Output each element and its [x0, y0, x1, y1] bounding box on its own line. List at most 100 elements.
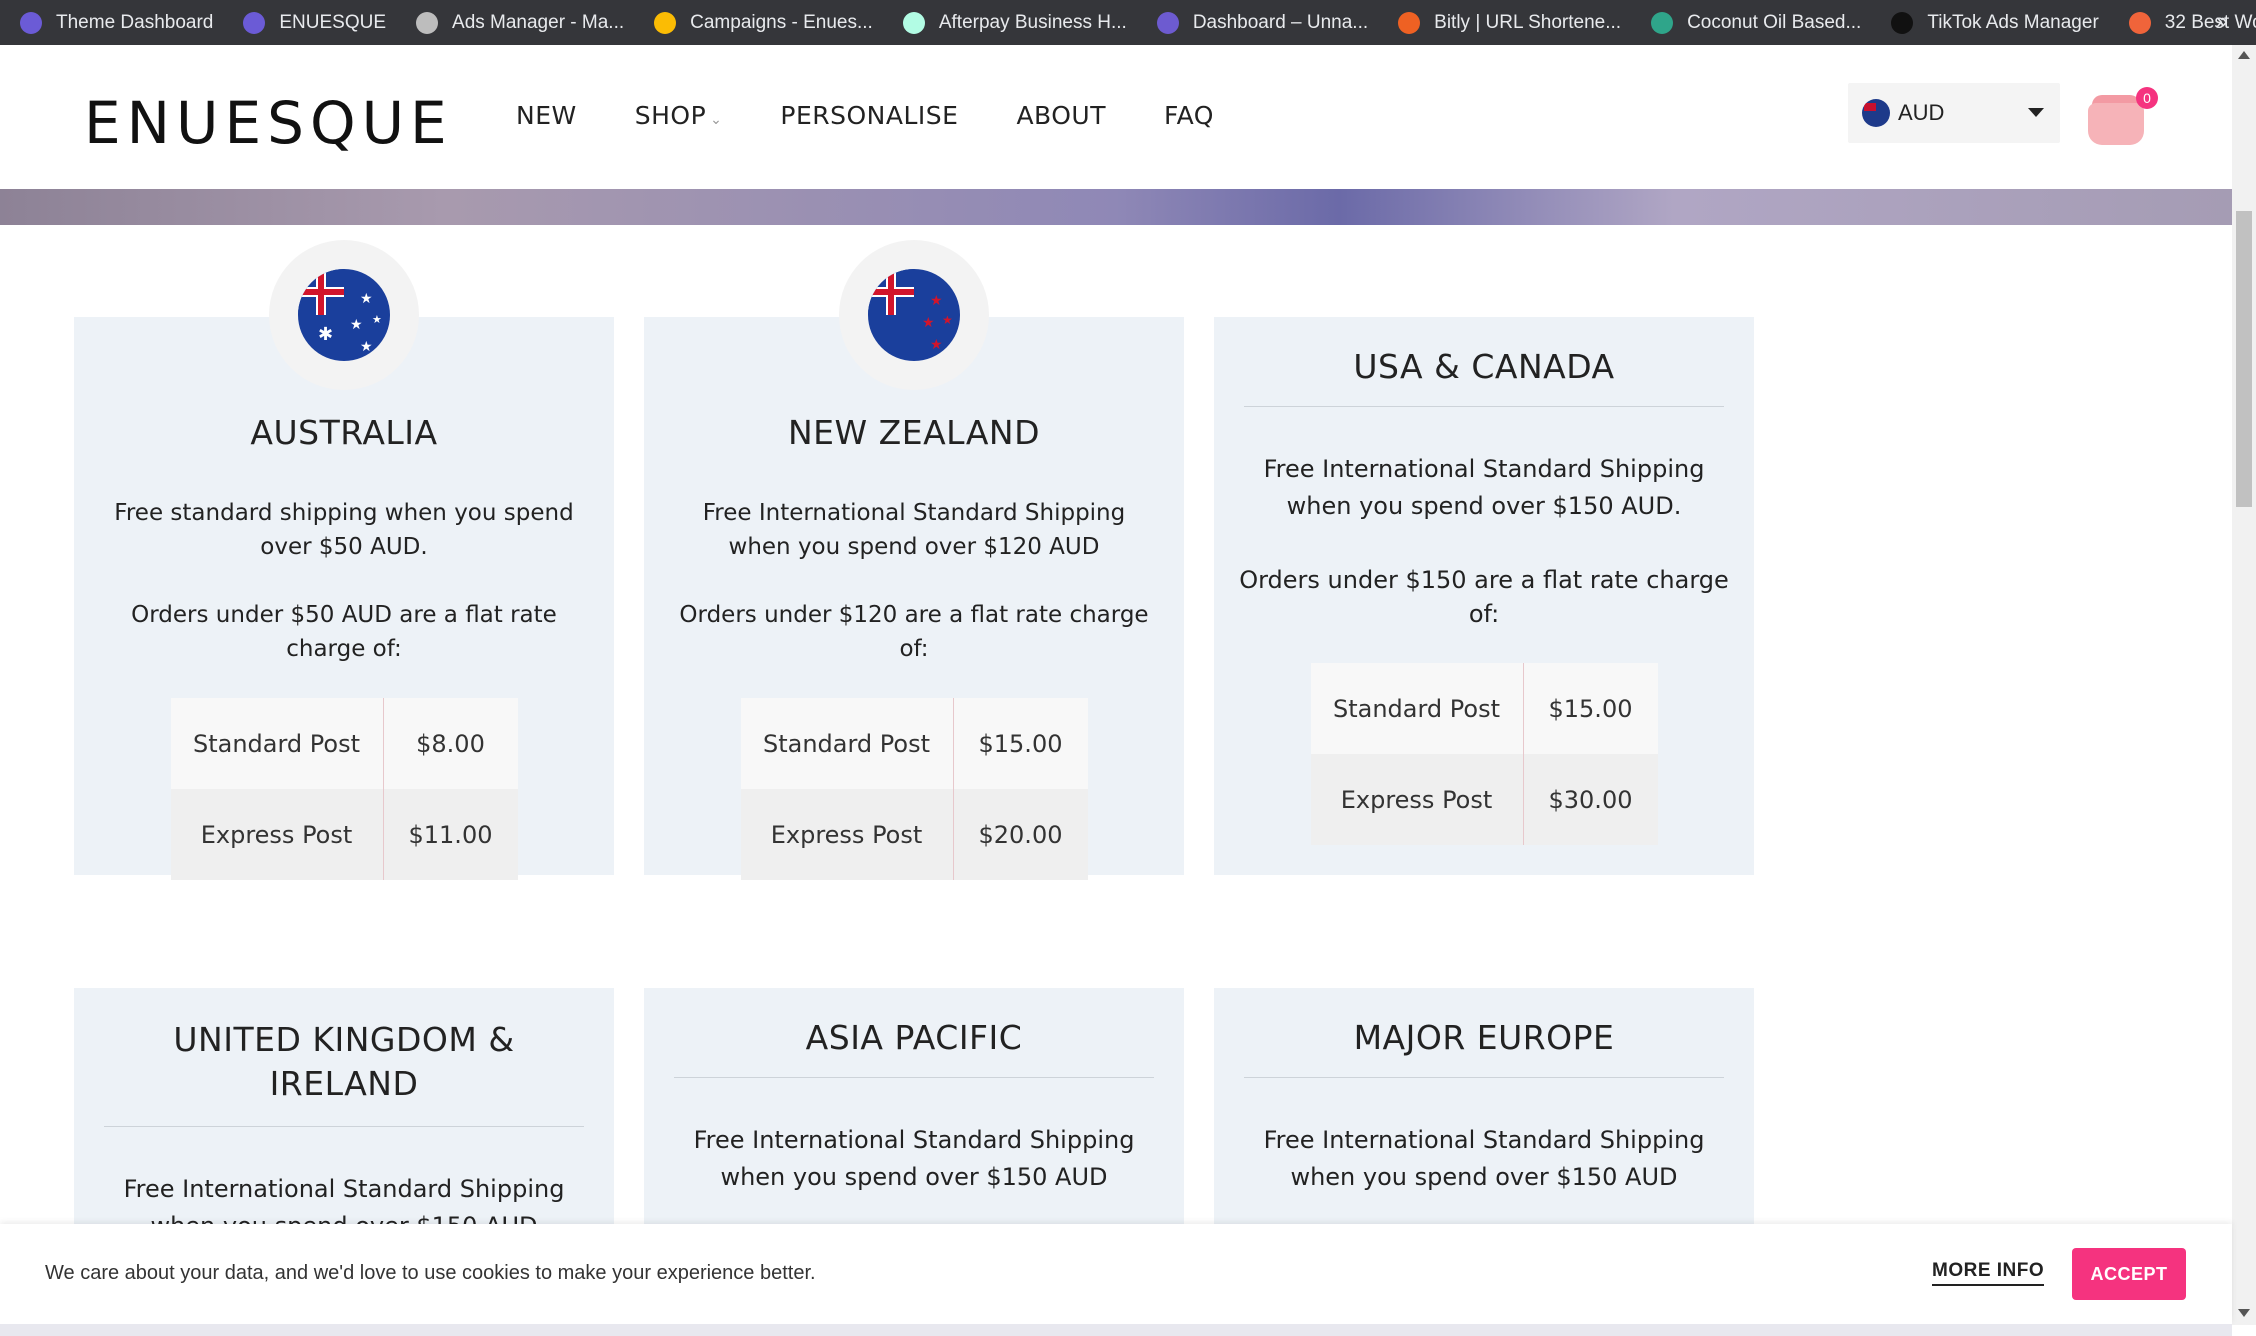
unnamed-s-icon	[1156, 11, 1179, 34]
google-ads-icon	[654, 11, 677, 34]
bookmark-label: Theme Dashboard	[56, 11, 214, 33]
theme-dashboard-icon	[20, 11, 42, 34]
shipping-card-asia-pacific: ASIA PACIFIC Free International Standard…	[644, 988, 1184, 1228]
shipping-card-new-zealand: NEW ZEALAND Free International Standard …	[644, 317, 1184, 880]
rate-label: Express Post	[1310, 754, 1523, 845]
australia-flag-badge: ✱ ★ ★ ★ ★	[269, 240, 419, 390]
card-flat-rate-note: Orders under $150 are a flat rate charge…	[1239, 566, 1729, 628]
rate-price: $30.00	[1522, 754, 1658, 845]
bookmark-item[interactable]: Coconut Oil Based...	[1651, 11, 1862, 34]
new-zealand-flag-badge: ★ ★ ★ ★	[839, 240, 989, 390]
bookmarks-overflow-button[interactable]: »	[2216, 8, 2228, 34]
cookie-consent-bar: We care about your data, and we'd love t…	[0, 1224, 2232, 1324]
card-description: Free International Standard Shipping whe…	[693, 1126, 1135, 1191]
page-scrollbar[interactable]	[2232, 45, 2256, 1325]
bookmark-label: Bitly | URL Shortene...	[1434, 11, 1622, 33]
site-logo[interactable]: ENUESQUE	[84, 89, 453, 157]
main-nav: NEW SHOP ⌄ PERSONALISE ABOUT FAQ	[516, 101, 1272, 130]
card-description: Free International Standard Shipping whe…	[123, 1175, 565, 1228]
cart-count-badge: 0	[2136, 87, 2158, 109]
bookmark-label: Campaigns - Enues...	[690, 11, 873, 33]
more-info-link[interactable]: MORE INFO	[1932, 1260, 2045, 1286]
rates-table: Standard Post $15.00 Express Post $20.00	[740, 698, 1088, 880]
bookmark-item[interactable]: Campaigns - Enues...	[654, 11, 873, 34]
tiktok-icon	[1891, 11, 1914, 34]
rates-table: Standard Post $8.00 Express Post $11.00	[170, 698, 518, 880]
shipping-card-major-europe: MAJOR EUROPE Free International Standard…	[1214, 988, 1754, 1228]
nav-shop[interactable]: SHOP ⌄	[635, 101, 723, 130]
enuesque-icon	[243, 11, 266, 34]
card-title: ASIA PACIFIC	[805, 1018, 1023, 1057]
shipping-card-australia: AUSTRALIA Free standard shipping when yo…	[74, 317, 614, 880]
scrollbar-thumb[interactable]	[2236, 211, 2252, 507]
bookmark-item[interactable]: TikTok Ads Manager	[1891, 11, 2099, 34]
coconut-leaf-icon	[1651, 11, 1674, 34]
bookmark-label: TikTok Ads Manager	[1927, 11, 2099, 33]
rate-label: Standard Post	[170, 698, 383, 789]
rate-price: $8.00	[382, 698, 518, 789]
nav-about[interactable]: ABOUT	[1016, 101, 1106, 130]
nav-personalise[interactable]: PERSONALISE	[780, 101, 958, 130]
bookmark-label: ENUESQUE	[279, 11, 387, 33]
rate-price: $15.00	[952, 698, 1088, 789]
rate-row: Standard Post $8.00	[170, 698, 518, 789]
bookmark-item[interactable]: Bitly | URL Shortene...	[1398, 11, 1622, 34]
card-flat-rate-note: Orders under $50 AUD are a flat rate cha…	[131, 602, 557, 662]
rate-label: Standard Post	[1310, 663, 1523, 754]
bookmarks-bar: Theme Dashboard ENUESQUE Ads Manager - Ma.…	[0, 0, 2256, 45]
rate-label: Express Post	[740, 789, 953, 880]
nav-new[interactable]: NEW	[516, 101, 577, 130]
bitly-icon	[1398, 11, 1421, 34]
caret-down-icon	[2028, 108, 2044, 117]
rate-row: Express Post $30.00	[1310, 754, 1658, 845]
card-title: NEW ZEALAND	[787, 413, 1040, 452]
chevron-down-icon: ⌄	[710, 112, 723, 128]
card-flat-rate-note: Orders under $120 are a flat rate charge…	[679, 602, 1149, 662]
site-header: ENUESQUE NEW SHOP ⌄ PERSONALISE ABOUT FAQ…	[0, 45, 2232, 189]
card-description: Free International Standard Shipping whe…	[1263, 1126, 1705, 1191]
card-divider	[674, 1077, 1154, 1078]
rate-price: $15.00	[1522, 663, 1658, 754]
rate-price: $11.00	[382, 789, 518, 880]
ads-manager-icon	[416, 11, 439, 34]
card-description: Free International Standard Shipping whe…	[1263, 455, 1705, 520]
cookie-message: We care about your data, and we'd love t…	[45, 1262, 816, 1284]
scroll-up-arrow-icon[interactable]	[2238, 51, 2250, 59]
rate-label: Standard Post	[740, 698, 953, 789]
card-divider	[1244, 406, 1724, 407]
rate-label: Express Post	[170, 789, 383, 880]
bookmark-item[interactable]: Ads Manager - Ma...	[416, 11, 625, 34]
taskbar-edge	[0, 1324, 2232, 1336]
rate-row: Express Post $20.00	[740, 789, 1088, 880]
bookmark-label: Coconut Oil Based...	[1687, 11, 1862, 33]
rates-table: Standard Post $15.00 Express Post $30.00	[1310, 663, 1658, 845]
shipping-card-usa-canada: USA & CANADA Free International Standard…	[1214, 317, 1754, 875]
bookmark-label: 32 Best WooComm...	[2164, 11, 2256, 33]
shipping-card-uk-ireland: UNITED KINGDOM & IRELAND Free Internatio…	[74, 988, 614, 1228]
bookmark-label: Ads Manager - Ma...	[452, 11, 625, 33]
nav-faq[interactable]: FAQ	[1164, 101, 1214, 130]
bookmark-label: Afterpay Business H...	[938, 11, 1127, 33]
cart-bag-body	[2088, 103, 2144, 145]
bookmark-label: Dashboard – Unna...	[1192, 11, 1369, 33]
bookmark-item[interactable]: Theme Dashboard	[20, 11, 214, 34]
card-title: AUSTRALIA	[250, 413, 438, 452]
bookmark-item[interactable]: 32 Best WooComm...	[2128, 11, 2256, 34]
currency-selector[interactable]: AUD	[1848, 83, 2060, 143]
card-divider	[104, 1126, 584, 1127]
cart-button[interactable]: 0	[2088, 87, 2158, 147]
hero-image-bottom	[0, 189, 2232, 225]
bookmark-item[interactable]: Dashboard – Unna...	[1156, 11, 1369, 34]
bookmark-item[interactable]: ENUESQUE	[243, 11, 387, 34]
card-title: UNITED KINGDOM & IRELAND	[173, 1020, 515, 1103]
bookmark-item[interactable]: Afterpay Business H...	[902, 11, 1127, 34]
australia-flag-icon	[1862, 99, 1890, 127]
woocommerce-icon	[2128, 11, 2151, 34]
rate-price: $20.00	[952, 789, 1088, 880]
australia-flag-icon: ✱ ★ ★ ★ ★	[298, 269, 390, 361]
rate-row: Standard Post $15.00	[1310, 663, 1658, 754]
afterpay-icon	[902, 11, 925, 34]
scroll-down-arrow-icon[interactable]	[2238, 1309, 2250, 1317]
card-title: MAJOR EUROPE	[1353, 1018, 1615, 1057]
accept-button[interactable]: ACCEPT	[2072, 1248, 2186, 1300]
